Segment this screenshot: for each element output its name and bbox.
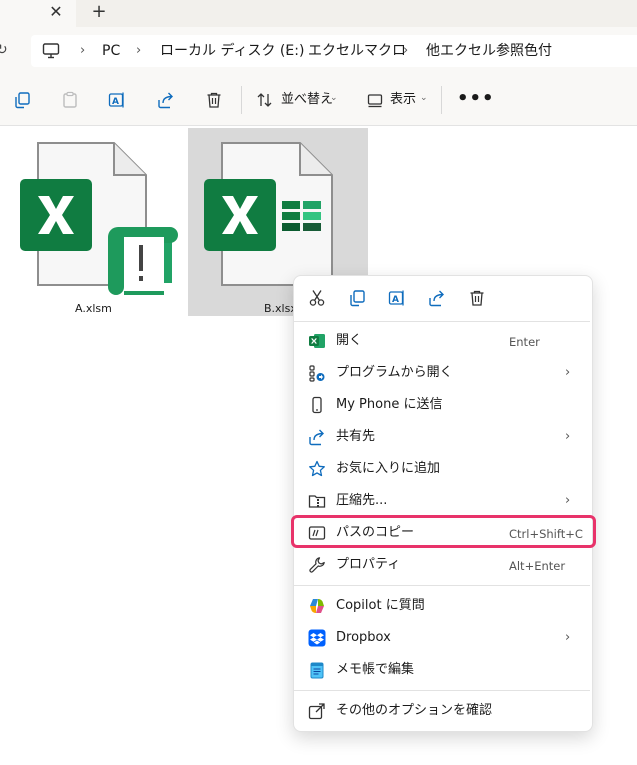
- excel-macro-file-icon[interactable]: [14, 139, 180, 299]
- share-icon: [309, 429, 324, 446]
- breadcrumb-separator: ›: [80, 43, 86, 58]
- toolbar-divider: [441, 86, 442, 114]
- copilot-icon: [310, 599, 324, 613]
- chevron-right-icon: ›: [565, 493, 571, 508]
- zip-folder-icon: [308, 495, 326, 508]
- dropbox-icon: [308, 629, 326, 647]
- breadcrumb-local-disk[interactable]: ローカル ディスク (E:): [160, 42, 304, 60]
- refresh-icon[interactable]: ↻: [0, 42, 8, 58]
- toolbar-divider: [241, 86, 242, 114]
- rename-icon[interactable]: A: [108, 91, 126, 109]
- pc-icon[interactable]: [42, 42, 60, 60]
- new-tab-icon[interactable]: +: [89, 2, 109, 22]
- menu-separator: [294, 585, 590, 586]
- view-icon[interactable]: [366, 91, 384, 109]
- chevron-down-icon: ⌄: [420, 93, 428, 103]
- chevron-right-icon: ›: [565, 365, 571, 380]
- menu-item-label: Dropbox: [336, 630, 391, 645]
- rename-icon[interactable]: A: [388, 289, 406, 307]
- wrench-icon: [309, 557, 325, 573]
- breadcrumb-current-folder[interactable]: 他エクセル参照色付: [426, 42, 552, 60]
- phone-icon: [312, 396, 322, 414]
- more-options-icon: [308, 703, 325, 720]
- menu-item-shortcut: Alt+Enter: [509, 559, 566, 573]
- copy-icon[interactable]: [348, 289, 366, 307]
- menu-item-label: 開く: [336, 333, 363, 348]
- file-name-label: A.xlsm: [75, 302, 112, 315]
- chevron-right-icon: ›: [565, 630, 571, 645]
- menu-item-label: My Phone に送信: [336, 397, 443, 412]
- copy-icon[interactable]: [13, 91, 31, 109]
- close-tab-icon[interactable]: ✕: [47, 3, 65, 21]
- menu-item-label: その他のオプションを確認: [336, 703, 493, 718]
- breadcrumb-pc[interactable]: PC: [102, 42, 120, 60]
- breadcrumb-excel-macro[interactable]: エクセルマクロ: [308, 42, 406, 60]
- excel-icon: [309, 334, 325, 348]
- cut-icon[interactable]: [308, 289, 326, 307]
- file-name-label: B.xlsx: [264, 302, 297, 315]
- chevron-right-icon: ›: [565, 429, 571, 444]
- delete-icon[interactable]: [205, 91, 223, 109]
- more-icon[interactable]: •••: [457, 90, 495, 108]
- share-icon[interactable]: [428, 289, 446, 307]
- menu-item-label: メモ帳で編集: [336, 662, 415, 677]
- menu-separator: [294, 690, 590, 691]
- view-button[interactable]: 表示: [390, 91, 416, 109]
- notepad-icon: [310, 662, 324, 679]
- chevron-down-icon: ⌄: [330, 93, 338, 103]
- menu-item-label: 圧縮先...: [336, 493, 388, 508]
- highlight-box: [291, 515, 596, 548]
- paste-icon[interactable]: [61, 91, 79, 109]
- menu-item-shortcut: Enter: [509, 335, 540, 349]
- menu-item-label: 共有先: [336, 429, 376, 444]
- svg-text:A: A: [392, 295, 399, 305]
- breadcrumb-separator: ›: [285, 43, 291, 58]
- menu-item-label: プロパティ: [336, 557, 401, 572]
- breadcrumb-separator: ›: [403, 43, 409, 58]
- share-icon[interactable]: [157, 91, 175, 109]
- sort-button[interactable]: 並べ替え: [281, 91, 333, 109]
- sort-icon[interactable]: [256, 91, 274, 109]
- open-with-icon: [309, 365, 325, 382]
- svg-text:A: A: [112, 97, 119, 107]
- menu-item-label: お気に入りに追加: [336, 461, 441, 476]
- star-icon: [309, 460, 325, 477]
- delete-icon[interactable]: [468, 289, 486, 307]
- breadcrumb-separator: ›: [136, 43, 142, 58]
- menu-item-label: Copilot に質問: [336, 598, 425, 613]
- menu-separator: [294, 321, 590, 322]
- menu-item-label: プログラムから開く: [336, 365, 453, 380]
